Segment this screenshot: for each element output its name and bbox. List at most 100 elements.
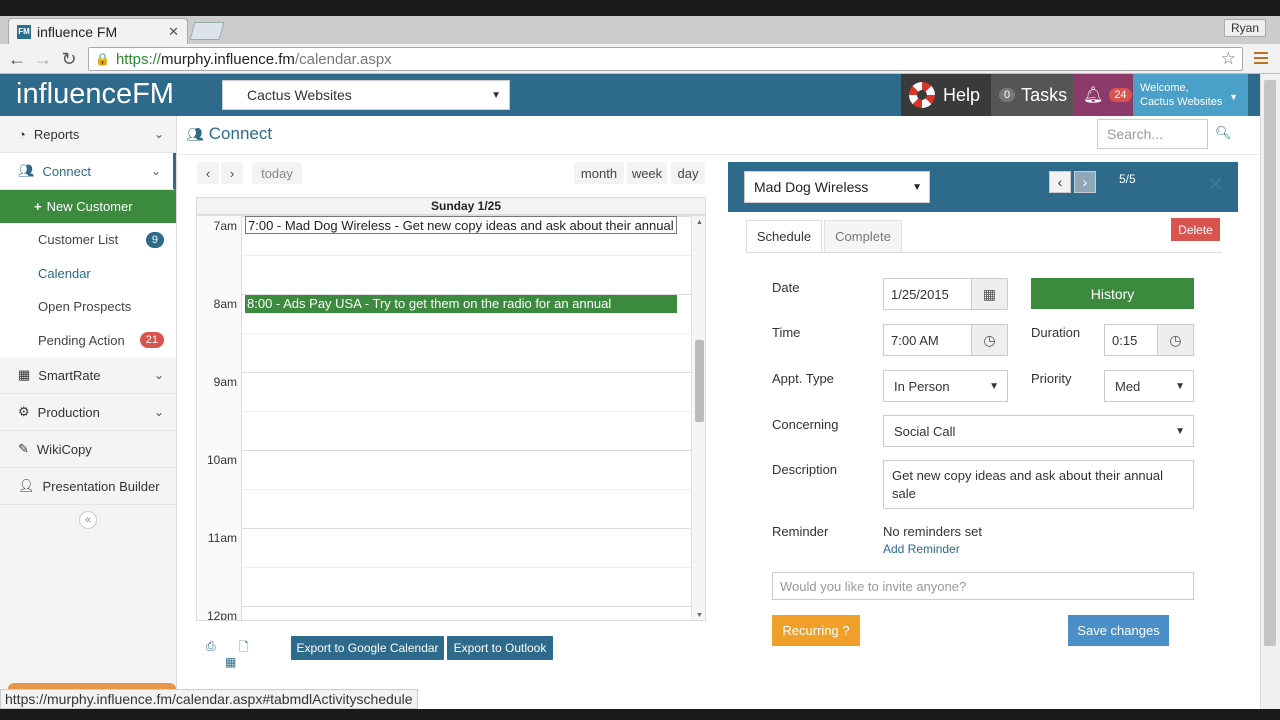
sidebar-item-presentation-builder[interactable]: 👤︎ Presentation Builder xyxy=(0,468,176,505)
recurring-button[interactable]: Recurring ? xyxy=(772,615,860,646)
calendar-event[interactable]: 8:00 - Ads Pay USA - Try to get them on … xyxy=(245,295,677,313)
clock-icon[interactable]: ◷ xyxy=(1157,325,1193,355)
calendar-prev-button[interactable]: ‹ xyxy=(197,162,219,184)
forward-icon[interactable]: → xyxy=(32,48,54,70)
chevron-down-icon: ⌄ xyxy=(153,127,164,141)
help-button[interactable]: Help xyxy=(901,74,991,116)
lock-icon: 🔒 xyxy=(95,52,110,66)
calendar-slot-line xyxy=(242,567,691,568)
scroll-down-icon[interactable]: ▼ xyxy=(696,612,703,619)
sidebar-item-connect[interactable]: 👥︎ Connect ⌄ xyxy=(0,153,176,190)
notifications-button[interactable]: 🔔︎ 24 xyxy=(1073,74,1133,116)
collapse-sidebar-icon[interactable]: « xyxy=(79,511,97,529)
sidebar-item-label: Open Prospects xyxy=(38,299,132,315)
duration-field[interactable]: 0:15 ◷ xyxy=(1104,324,1194,356)
url-field[interactable]: 🔒 https:// murphy.influence.fm /calendar… xyxy=(88,47,1243,71)
previous-activity-button[interactable]: ‹ xyxy=(1049,171,1071,193)
export-outlook-button[interactable]: Export to Outlook xyxy=(447,636,553,660)
app-logo[interactable]: influenceFM xyxy=(16,78,174,111)
browser-menu-icon[interactable] xyxy=(1254,52,1268,67)
next-activity-button[interactable]: › xyxy=(1074,171,1096,193)
priority-select[interactable]: Med ▼ xyxy=(1104,370,1194,402)
back-icon[interactable]: ← xyxy=(6,48,28,70)
calendar-grid[interactable]: 7am 8am 9am 10am 11am 12pm 7:00 - Mad Dog Wir… xyxy=(196,215,706,621)
concerning-select[interactable]: Social Call ▼ xyxy=(883,415,1194,447)
sidebar-item-customer-list[interactable]: Customer List 9 xyxy=(0,223,176,257)
tasks-label: Tasks xyxy=(1021,84,1068,105)
sidebar-item-smartrate[interactable]: ▦ SmartRate ⌄ xyxy=(0,357,176,394)
new-tab-button[interactable] xyxy=(189,22,225,40)
notifications-count-badge: 24 xyxy=(1109,88,1132,102)
new-customer-button[interactable]: + New Customer xyxy=(0,190,176,223)
duration-label: Duration xyxy=(1031,325,1081,340)
browser-tab[interactable]: FM influence FM ✕ xyxy=(8,18,188,44)
sidebar-item-label: New Customer xyxy=(46,199,133,214)
sidebar-item-production[interactable]: ⚙ Production ⌄ xyxy=(0,394,176,431)
chevron-left-icon: ‹ xyxy=(1057,174,1063,190)
user-menu[interactable]: Welcome, Cactus Websites ▼ xyxy=(1133,74,1248,116)
calendar-slot-line xyxy=(242,606,691,607)
scroll-up-icon[interactable]: ▲ xyxy=(696,219,703,226)
bookmark-star-icon[interactable]: ☆ xyxy=(1221,49,1236,69)
delete-button[interactable]: Delete xyxy=(1171,218,1220,241)
scrollbar-thumb[interactable] xyxy=(1264,80,1276,646)
close-icon[interactable]: ✕ xyxy=(1207,172,1224,197)
company-select[interactable]: Cactus Websites ▼ xyxy=(222,80,510,110)
time-label: 8am xyxy=(213,297,237,311)
tab-complete[interactable]: Complete xyxy=(824,220,902,253)
sidebar-item-wikicopy[interactable]: ✎ WikiCopy xyxy=(0,431,176,468)
save-changes-button[interactable]: Save changes xyxy=(1068,615,1169,646)
chevron-down-icon: ⌄ xyxy=(153,405,164,419)
tab-close-icon[interactable]: ✕ xyxy=(168,24,179,40)
invite-input[interactable]: Would you like to invite anyone? xyxy=(772,572,1194,600)
document-icon[interactable]: 🗋︎ xyxy=(239,638,249,659)
calendar-next-button[interactable]: › xyxy=(221,162,243,184)
calendar-day-header: Sunday 1/25 xyxy=(196,197,706,215)
customer-select[interactable]: Mad Dog Wireless ▼ xyxy=(744,171,930,203)
print-icon[interactable]: ⎙ xyxy=(206,639,216,654)
time-field[interactable]: 7:00 AM ◷ xyxy=(883,324,1008,356)
search-input[interactable]: Search... xyxy=(1097,119,1208,149)
date-value: 1/25/2015 xyxy=(891,286,949,302)
address-bar: ← → ↻ 🔒 https:// murphy.influence.fm /ca… xyxy=(0,44,1280,74)
time-label: 9am xyxy=(213,375,237,389)
calendar-icon[interactable]: ▦ xyxy=(971,279,1007,309)
calendar-week-button[interactable]: week xyxy=(627,162,667,184)
priority-label: Priority xyxy=(1031,371,1072,386)
sidebar-item-reports[interactable]: ◔ Reports ⌄ xyxy=(0,116,176,153)
tasks-button[interactable]: 0 Tasks xyxy=(991,74,1073,116)
description-textarea[interactable]: Get new copy ideas and ask about their a… xyxy=(883,460,1194,509)
gears-icon: ⚙ xyxy=(18,404,30,419)
tab-schedule[interactable]: Schedule xyxy=(746,220,822,253)
sidebar-item-label: WikiCopy xyxy=(36,441,92,457)
search-icon[interactable]: 🔍︎ xyxy=(1215,125,1232,141)
calendar-slot-line xyxy=(242,489,691,490)
appt-type-select[interactable]: In Person ▼ xyxy=(883,370,1008,402)
calendar-month-button[interactable]: month xyxy=(574,162,624,184)
sidebar-item-pending-action[interactable]: Pending Action 21 xyxy=(0,323,176,357)
calendar-slot-line xyxy=(242,255,691,256)
calendar-today-button[interactable]: today xyxy=(252,162,302,184)
chevron-down-icon: ▼ xyxy=(912,181,922,193)
reminder-label: Reminder xyxy=(772,524,829,539)
calendar-event[interactable]: 7:00 - Mad Dog Wireless - Get new copy i… xyxy=(245,216,677,234)
sidebar-item-open-prospects[interactable]: Open Prospects xyxy=(0,290,176,324)
scrollbar-thumb[interactable] xyxy=(695,340,704,422)
history-button[interactable]: History xyxy=(1031,278,1194,309)
chevron-down-icon: ▼ xyxy=(1175,425,1185,437)
grid-view-icon[interactable]: ▦ xyxy=(225,655,236,669)
reload-icon[interactable]: ↻ xyxy=(58,48,80,70)
profile-button[interactable]: Ryan xyxy=(1223,19,1266,37)
add-reminder-link[interactable]: Add Reminder xyxy=(883,542,960,556)
date-field[interactable]: 1/25/2015 ▦ xyxy=(883,278,1008,310)
appt-type-label: Appt. Type xyxy=(772,371,834,386)
page-scrollbar[interactable] xyxy=(1260,74,1280,720)
calendar-day-button[interactable]: day xyxy=(671,162,705,184)
os-bottom-bar xyxy=(0,709,1280,720)
sidebar-item-calendar[interactable]: Calendar xyxy=(0,256,176,290)
clock-icon[interactable]: ◷ xyxy=(971,325,1007,355)
calendar-scrollbar[interactable]: ▲ ▼ xyxy=(691,216,705,620)
export-google-calendar-button[interactable]: Export to Google Calendar xyxy=(291,636,444,660)
lifebuoy-icon xyxy=(909,82,935,108)
sidebar: ◔ Reports ⌄ 👥︎ Connect ⌄ + New Customer … xyxy=(0,116,177,706)
